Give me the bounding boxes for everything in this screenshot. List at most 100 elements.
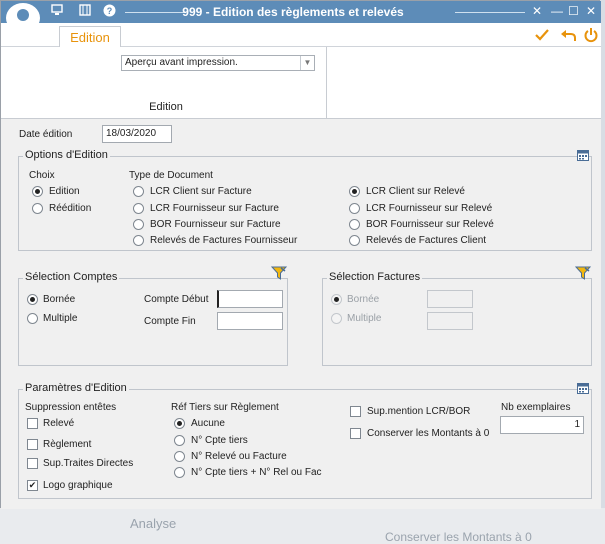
- background-ghost-text: Analyse: [130, 516, 177, 531]
- radio-type-doc[interactable]: [349, 235, 360, 246]
- compte-fin-input[interactable]: [217, 312, 283, 330]
- filter-icon[interactable]: [270, 265, 288, 281]
- radio-comptes-multiple[interactable]: [27, 313, 38, 324]
- monitor-icon[interactable]: [51, 4, 63, 20]
- radio-type-doc-label: BOR Fournisseur sur Facture: [150, 219, 281, 230]
- undo-icon[interactable]: [560, 27, 576, 47]
- radio-ref-label: Aucune: [191, 418, 225, 429]
- chevron-down-icon[interactable]: ▼: [300, 56, 314, 70]
- radio-type-doc[interactable]: [349, 186, 360, 197]
- radio-type-doc[interactable]: [349, 219, 360, 230]
- radio-reedition-label: Réédition: [49, 203, 92, 214]
- radio-ref-label: N° Relevé ou Facture: [191, 451, 287, 462]
- facture-debut-input[interactable]: [427, 290, 473, 308]
- svg-text:?: ?: [107, 6, 113, 16]
- checkbox-conserver-montants-label: Conserver les Montants à 0: [367, 428, 490, 439]
- checkbox-releve[interactable]: [27, 418, 38, 429]
- facture-fin-input[interactable]: [427, 312, 473, 330]
- minimize-icon[interactable]: —: [551, 4, 563, 18]
- checkbox-reglement-label: Règlement: [43, 439, 92, 450]
- title-decoration: [455, 12, 525, 13]
- radio-ref-label: N° Cpte tiers + N° Rel ou Fac: [191, 467, 322, 478]
- calendar-icon[interactable]: [577, 382, 589, 394]
- radio-type-doc[interactable]: [133, 186, 144, 197]
- preview-select[interactable]: Aperçu avant impression. ▼: [121, 55, 315, 71]
- radio-factures-bornee[interactable]: [331, 294, 342, 305]
- suppression-entetes-label: Suppression entêtes: [25, 402, 117, 413]
- ribbon: Aperçu avant impression. ▼ Edition: [1, 47, 601, 119]
- choix-label: Choix: [29, 170, 55, 181]
- radio-type-doc-label: LCR Fournisseur sur Facture: [150, 203, 279, 214]
- compte-fin-label: Compte Fin: [144, 316, 196, 327]
- preview-select-value: Aperçu avant impression.: [125, 57, 238, 68]
- maximize-icon[interactable]: ☐: [568, 4, 579, 18]
- calendar-icon[interactable]: [577, 149, 589, 161]
- background-ghost-text: Conserver les Montants à 0: [385, 530, 532, 544]
- filter-icon[interactable]: [574, 265, 592, 281]
- ribbon-group-label: Edition: [149, 101, 183, 113]
- film-icon[interactable]: [79, 4, 91, 20]
- checkbox-reglement[interactable]: [27, 439, 38, 450]
- group-title: Sélection Factures: [327, 271, 423, 283]
- type-document-label: Type de Document: [129, 170, 213, 181]
- ribbon-separator: [326, 47, 327, 119]
- radio-comptes-multiple-label: Multiple: [43, 313, 78, 324]
- check-icon[interactable]: [534, 27, 550, 47]
- close-icon[interactable]: ✕: [532, 4, 542, 18]
- date-edition-field[interactable]: 18/03/2020: [102, 125, 172, 143]
- radio-type-doc[interactable]: [133, 203, 144, 214]
- title-bar: ? 999 - Edition des règlements et relevé…: [1, 1, 601, 35]
- checkbox-sup-traites-label: Sup.Traites Directes: [43, 458, 134, 469]
- radio-edition[interactable]: [32, 186, 43, 197]
- ref-tiers-label: Réf Tiers sur Règlement: [171, 402, 279, 413]
- group-title: Options d'Edition: [23, 149, 110, 161]
- checkbox-sup-mention-label: Sup.mention LCR/BOR: [367, 406, 471, 417]
- checkbox-releve-label: Relevé: [43, 418, 75, 429]
- checkbox-conserver-montants[interactable]: [350, 428, 361, 439]
- radio-factures-bornee-label: Bornée: [347, 294, 380, 305]
- checkbox-logo-graphique[interactable]: ✔: [27, 480, 38, 491]
- radio-type-doc-label: BOR Fournisseur sur Relevé: [366, 219, 494, 230]
- nb-exemplaires-label: Nb exemplaires: [501, 402, 571, 413]
- form-content: Date édition 18/03/2020 Options d'Editio…: [1, 119, 601, 509]
- radio-factures-multiple-label: Multiple: [347, 313, 382, 324]
- power-icon[interactable]: [584, 27, 598, 47]
- edition-window: ? 999 - Edition des règlements et relevé…: [0, 0, 601, 509]
- options-edition-group: Options d'Edition Choix Edition Rééditio…: [18, 149, 592, 251]
- radio-comptes-bornee[interactable]: [27, 294, 38, 305]
- group-title: Sélection Comptes: [23, 271, 120, 283]
- radio-factures-multiple[interactable]: [331, 313, 342, 324]
- nb-exemplaires-input[interactable]: 1: [500, 416, 584, 434]
- radio-type-doc-label: LCR Client sur Relevé: [366, 186, 465, 197]
- close-window-icon[interactable]: ✕: [586, 4, 596, 18]
- radio-type-doc-label: Relevés de Factures Fournisseur: [150, 235, 298, 246]
- radio-ref-cpte-tiers[interactable]: [174, 435, 185, 446]
- radio-ref-releve-facture[interactable]: [174, 451, 185, 462]
- selection-factures-group: Sélection Factures Bornée Multiple: [322, 266, 592, 366]
- radio-type-doc[interactable]: [349, 203, 360, 214]
- help-icon[interactable]: ?: [103, 4, 116, 21]
- radio-reedition[interactable]: [32, 203, 43, 214]
- parametres-edition-group: Paramètres d'Edition Suppression entêtes…: [18, 382, 592, 499]
- tab-edition[interactable]: Edition: [59, 26, 121, 48]
- compte-debut-input[interactable]: [217, 290, 283, 308]
- window-title: 999 - Edition des règlements et relevés: [182, 5, 404, 19]
- group-title: Paramètres d'Edition: [23, 382, 129, 394]
- checkbox-sup-mention[interactable]: [350, 406, 361, 417]
- checkbox-sup-traites[interactable]: [27, 458, 38, 469]
- radio-type-doc-label: LCR Fournisseur sur Relevé: [366, 203, 493, 214]
- radio-ref-cpte-rel[interactable]: [174, 467, 185, 478]
- radio-comptes-bornee-label: Bornée: [43, 294, 76, 305]
- date-edition-label: Date édition: [19, 129, 73, 140]
- radio-ref-aucune[interactable]: [174, 418, 185, 429]
- tab-bar: Edition: [1, 23, 601, 48]
- radio-ref-label: N° Cpte tiers: [191, 435, 248, 446]
- radio-type-doc-label: Relevés de Factures Client: [366, 235, 487, 246]
- compte-debut-label: Compte Début: [144, 294, 209, 305]
- background-app-area: Analyse Conserver les Montants à 0: [0, 508, 605, 544]
- radio-edition-label: Edition: [49, 186, 80, 197]
- checkbox-logo-graphique-label: Logo graphique: [43, 480, 113, 491]
- selection-comptes-group: Sélection Comptes Bornée Multiple Compte…: [18, 266, 288, 366]
- radio-type-doc[interactable]: [133, 219, 144, 230]
- radio-type-doc[interactable]: [133, 235, 144, 246]
